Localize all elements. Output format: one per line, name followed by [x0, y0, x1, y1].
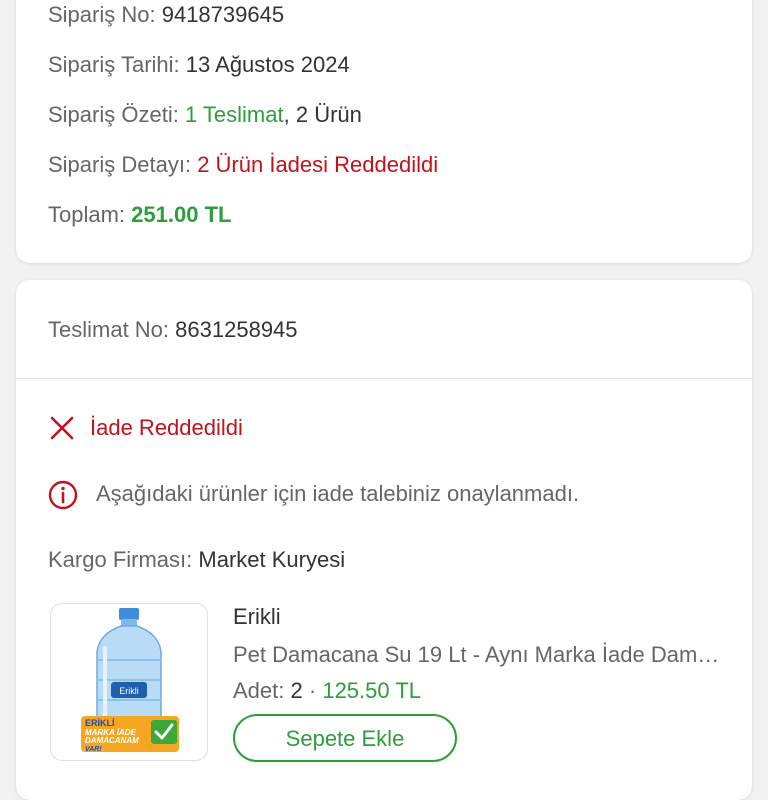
order-date-label: Sipariş Tarihi: [48, 52, 180, 77]
return-badge: ERİKLİ MARKA İADE DAMACANAM VAR! [81, 716, 179, 753]
order-detail-status: 2 Ürün İadesi Reddedildi [197, 152, 439, 177]
order-number-row: Sipariş No: 9418739645 [48, 0, 284, 30]
return-info-text: Aşağıdaki ürünler için iade talebiniz on… [96, 481, 580, 506]
product-name[interactable]: Pet Damacana Su 19 Lt - Aynı Marka İade … [233, 640, 728, 670]
order-detail-label: Sipariş Detayı: [48, 152, 192, 177]
add-to-cart-button[interactable]: Sepete Ekle [233, 714, 457, 762]
order-summary-card: Sipariş No: 9418739645 Sipariş Tarihi: 1… [16, 0, 752, 263]
delivery-number-row: Teslimat No: 8631258945 [48, 315, 298, 345]
order-total-value: 251.00 TL [131, 202, 232, 227]
product-quantity-label: Adet: [233, 678, 285, 703]
order-number-value: 9418739645 [161, 2, 285, 27]
info-icon [48, 480, 78, 510]
cargo-value: Market Kuryesi [198, 547, 346, 572]
order-total-row: Toplam: 251.00 TL [48, 200, 231, 230]
order-date-row: Sipariş Tarihi: 13 Ağustos 2024 [48, 50, 350, 80]
order-summary-label: Sipariş Özeti: [48, 102, 179, 127]
divider [16, 378, 752, 379]
order-summary-separator: , [283, 102, 290, 127]
order-summary-deliveries[interactable]: 1 Teslimat [185, 102, 284, 127]
product-quantity-value: 2 [290, 678, 303, 703]
order-detail-row: Sipariş Detayı: 2 Ürün İadesi Reddedildi [48, 150, 438, 180]
product-image[interactable]: Erikli ERİKLİ MARKA İADE DAMACANAM VAR! [50, 603, 208, 761]
delivery-card: Teslimat No: 8631258945 İade Reddedildi … [16, 280, 752, 800]
cargo-label: Kargo Firması: [48, 547, 193, 572]
return-status-text: İade Reddedildi [90, 415, 243, 440]
product-brand: Erikli [233, 604, 281, 629]
delivery-number-value: 8631258945 [175, 317, 298, 342]
product-price: 125.50 TL [322, 678, 422, 703]
order-number-label: Sipariş No: [48, 2, 156, 27]
order-summary-row: Sipariş Özeti: 1 Teslimat, 2 Ürün [48, 100, 362, 130]
product-quantity-row: Adet: 2 · 125.50 TL [233, 676, 421, 706]
badge-brand-text: ERİKLİ [85, 718, 115, 728]
water-bottle-image: Erikli ERİKLİ MARKA İADE DAMACANAM VAR! [81, 608, 179, 753]
bottle-brand-text: Erikli [119, 686, 139, 696]
badge-text-line-2: DAMACANAM [85, 736, 139, 745]
order-total-label: Toplam: [48, 202, 126, 227]
product-quantity-separator: · [308, 678, 317, 703]
badge-text-line-3: VAR! [85, 746, 102, 753]
close-icon [48, 414, 76, 442]
order-date-value: 13 Ağustos 2024 [185, 52, 350, 77]
cargo-row: Kargo Firması: Market Kuryesi [48, 545, 345, 575]
delivery-number-label: Teslimat No: [48, 317, 170, 342]
order-summary-items: 2 Ürün [295, 102, 362, 127]
